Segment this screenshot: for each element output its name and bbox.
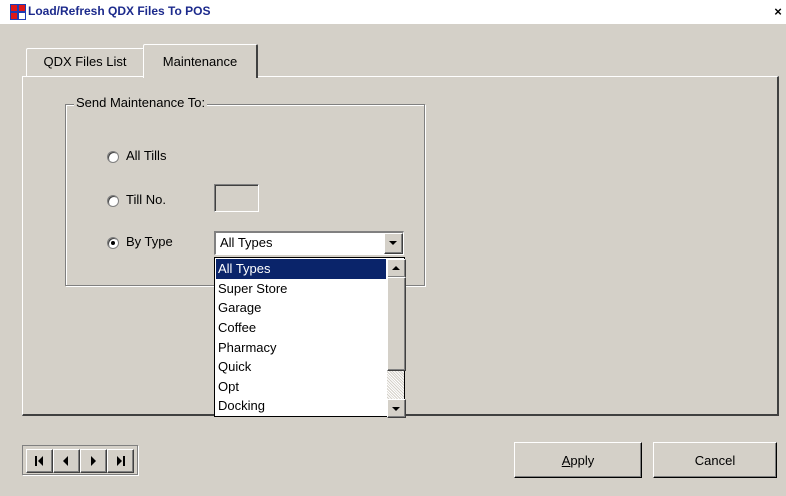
prev-record-button[interactable] — [53, 449, 80, 473]
apply-button[interactable]: Apply — [514, 442, 642, 478]
type-combobox[interactable]: All Types — [214, 231, 404, 255]
radio-all-tills-label: All Tills — [126, 148, 167, 163]
radio-till-no-label: Till No. — [126, 192, 166, 207]
cancel-button-label: Cancel — [694, 453, 736, 468]
last-record-button[interactable] — [107, 449, 134, 473]
dropdown-scrollbar[interactable] — [387, 259, 406, 418]
till-no-input[interactable] — [214, 184, 259, 212]
radio-till-no[interactable] — [107, 195, 119, 207]
radio-by-type-label: By Type — [126, 234, 173, 249]
apply-button-label: Apply — [561, 453, 595, 468]
app-icon — [10, 4, 26, 20]
tab-qdx-files-list[interactable]: QDX Files List — [26, 48, 144, 76]
list-item[interactable]: Coffee — [216, 318, 386, 338]
list-item[interactable]: Garage — [216, 298, 386, 318]
scroll-down-icon[interactable] — [387, 399, 406, 418]
list-item[interactable]: Opt — [216, 377, 386, 397]
type-dropdown-list[interactable]: All Types Super Store Garage Coffee Phar… — [214, 257, 406, 418]
list-item[interactable]: Quick — [216, 357, 386, 377]
radio-all-tills[interactable] — [107, 151, 119, 163]
next-record-button[interactable] — [80, 449, 107, 473]
window-title: Load/Refresh QDX Files To POS — [28, 4, 211, 18]
list-item[interactable]: Docking — [216, 396, 386, 416]
tab-maintenance[interactable]: Maintenance — [143, 44, 258, 78]
list-item[interactable]: Pharmacy — [216, 338, 386, 358]
type-combobox-value: All Types — [220, 235, 273, 250]
scroll-up-icon[interactable] — [387, 259, 406, 278]
scrollbar-thumb[interactable] — [387, 277, 406, 371]
first-record-button[interactable] — [26, 449, 53, 473]
record-navigator — [22, 445, 138, 475]
cancel-button[interactable]: Cancel — [653, 442, 777, 478]
chevron-down-icon[interactable] — [384, 233, 403, 254]
close-icon[interactable]: × — [770, 2, 786, 22]
radio-selected-dot — [111, 241, 115, 245]
list-item[interactable]: All Types — [216, 259, 386, 279]
radio-by-type[interactable] — [107, 237, 119, 249]
list-item[interactable]: Super Store — [216, 279, 386, 299]
group-label: Send Maintenance To: — [74, 95, 208, 110]
